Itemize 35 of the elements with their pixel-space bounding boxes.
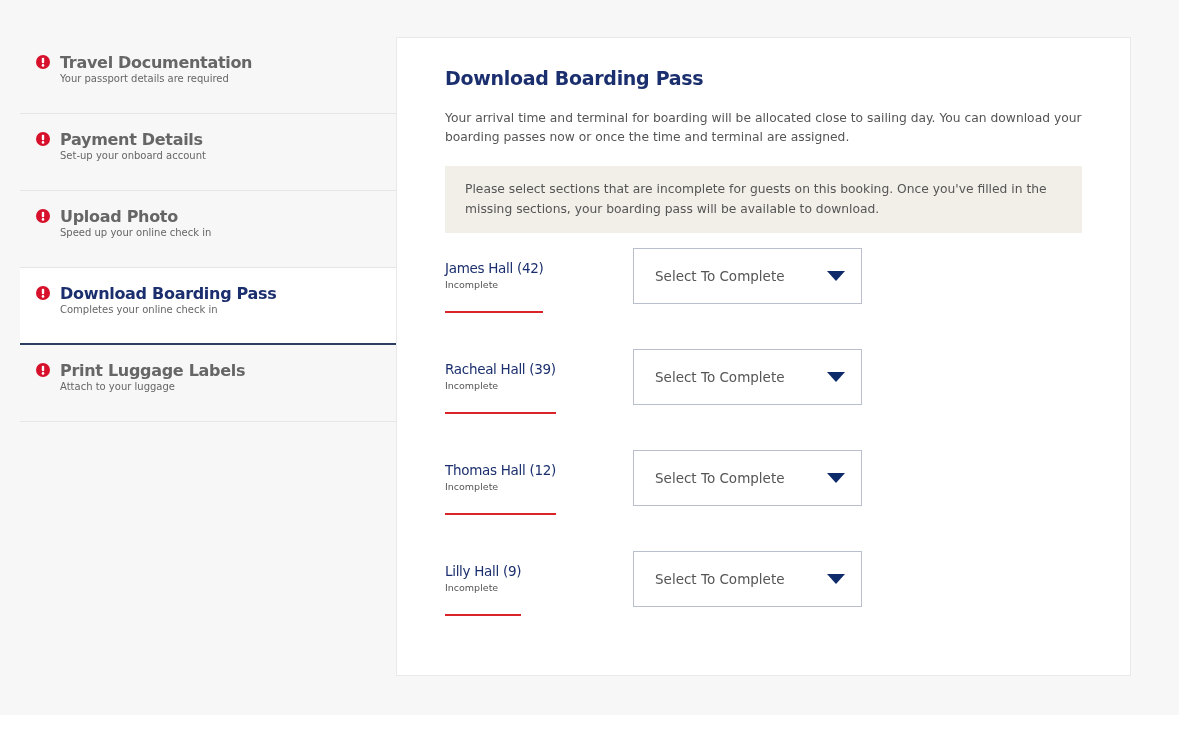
caret-icon: [827, 372, 845, 383]
caret-icon: [827, 271, 845, 282]
guest-status: Incomplete: [445, 378, 500, 393]
step-title: Travel Documentation: [60, 53, 253, 73]
step-title: Print Luggage Labels: [60, 361, 246, 381]
alert-icon: [36, 55, 50, 69]
step-subtitle: Your passport details are required: [60, 72, 230, 86]
alert-icon: [36, 286, 50, 300]
alert-icon: [36, 363, 50, 377]
select-dropdown[interactable]: Select To Complete: [633, 551, 862, 608]
guest-name: Lilly Hall (9): [445, 563, 522, 581]
caret-icon: [827, 574, 845, 585]
notice-text: Please select sections that are incomplete for guests on this booking. Once you've filled in the missing sections, your boarding pass will be available to download.: [445, 165, 1082, 234]
guest-status: Incomplete: [445, 479, 500, 494]
select-dropdown[interactable]: Select To Complete: [633, 450, 862, 507]
step-subtitle: Completes your online check in: [60, 303, 219, 317]
caret-icon: [827, 473, 845, 484]
alert-icon: [36, 209, 50, 223]
step-subtitle: Attach to your luggage: [60, 380, 176, 394]
step-subtitle: Speed up your online check in: [60, 226, 212, 240]
step-title: Payment Details: [60, 130, 204, 150]
guest-name: Racheal Hall (39): [445, 361, 556, 379]
guest-status: Incomplete: [445, 580, 500, 595]
guest-name: James Hall (42): [445, 260, 544, 278]
step-title: Download Boarding Pass: [60, 284, 277, 304]
select-dropdown[interactable]: Select To Complete: [633, 248, 862, 305]
guest-name: Thomas Hall (12): [445, 462, 556, 480]
alert-icon: [36, 132, 50, 146]
intro-text: Your arrival time and terminal for boarding will be allocated close to sailing day. You can download your boarding passes now or once the time and terminal are assigned.: [445, 109, 1082, 147]
step-title: Upload Photo: [60, 207, 179, 227]
select-dropdown[interactable]: Select To Complete: [633, 349, 862, 406]
guest-status: Incomplete: [445, 277, 500, 292]
panel-title: Download Boarding Pass: [445, 66, 705, 91]
step-subtitle: Set-up your onboard account: [60, 149, 206, 163]
step-item[interactable]: Download Boarding Pass Completes your online check in: [20, 268, 396, 345]
